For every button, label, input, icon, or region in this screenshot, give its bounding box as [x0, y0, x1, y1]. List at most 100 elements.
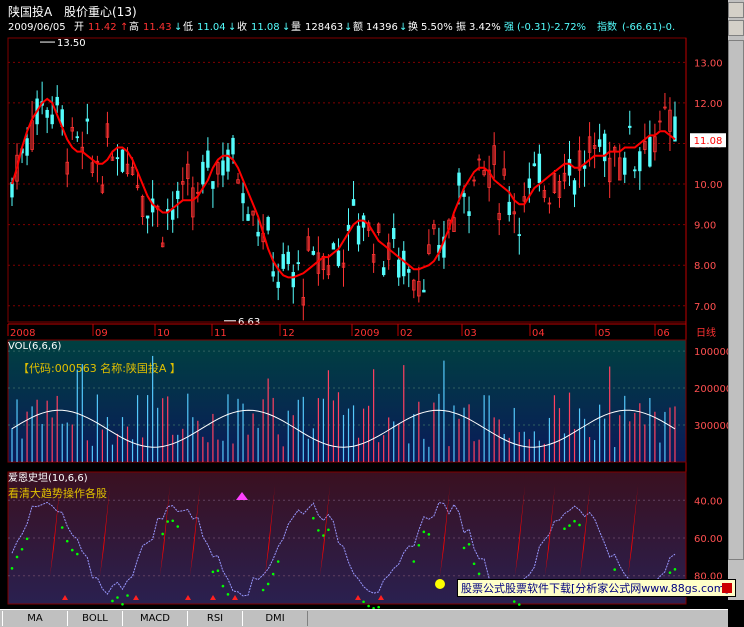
header-bar: 陕国投A 股价重心(13) 2009/06/05 开 11.42 ↑ 高 11.… — [0, 0, 744, 36]
price-tick-label: 12.00 — [694, 99, 723, 110]
candle-body — [266, 217, 270, 231]
candle-body — [648, 136, 652, 167]
time-axis-label: 2008 — [10, 328, 35, 339]
ad-banner[interactable]: 股票公式股票软件下载[分析家公式网www.88gs.com] — [457, 579, 736, 597]
indicator-dot — [422, 530, 426, 534]
candle-body — [507, 201, 511, 216]
candle-body — [336, 250, 341, 267]
amount-label: 额 — [353, 22, 363, 33]
indicator-dot — [427, 533, 431, 536]
low-value: 11.04 — [197, 22, 226, 33]
turnover-value: 5.50% — [421, 22, 453, 33]
indicator-dot — [176, 525, 180, 528]
indicator-dot — [362, 600, 365, 604]
indicator-dot — [266, 582, 270, 586]
candle-body — [582, 165, 587, 169]
low-label: 低 — [183, 22, 193, 33]
volume-tick-label: 200000 — [694, 384, 728, 395]
candle-body — [25, 138, 29, 156]
candle-body — [271, 271, 275, 277]
indicator-dot — [322, 534, 325, 537]
candle-body — [286, 251, 290, 265]
candle-body — [351, 199, 356, 206]
time-axis-label: 03 — [464, 328, 477, 339]
price-tick-label: 13.00 — [694, 58, 723, 69]
down-arrow-icon: ↓ — [282, 22, 291, 33]
side-scrollbar[interactable] — [728, 0, 744, 600]
indicator-dot — [121, 602, 124, 606]
indicator-tick-label: 40.00 — [694, 496, 723, 507]
indicator-dot — [126, 594, 129, 597]
indicator-dot — [578, 523, 581, 527]
candle-body — [623, 157, 627, 175]
indicator-tick-label: 60.00 — [694, 534, 723, 545]
index-label: 指数 — [597, 22, 617, 33]
indicator-dot — [512, 600, 516, 603]
amount-value: 14396 — [366, 22, 398, 33]
candle-body — [10, 182, 14, 198]
indicator-dot — [312, 516, 315, 520]
time-axis-label: 10 — [157, 328, 170, 339]
close-icon[interactable] — [722, 583, 732, 593]
price-tick-label: 10.00 — [694, 180, 723, 191]
candle-body — [241, 193, 245, 204]
high-label: 高 — [129, 22, 139, 33]
indicator-dot — [367, 604, 370, 608]
tab-boll[interactable]: BOLL — [67, 611, 123, 626]
tab-ma[interactable]: MA — [2, 611, 68, 626]
indicator-dot — [116, 596, 119, 599]
down-arrow-icon: ↓ — [399, 22, 408, 33]
last-price-tag: 11.08 — [694, 136, 723, 147]
candle-body — [457, 172, 461, 186]
indicator-subtitle: 看清大趋势操作各股 — [8, 486, 107, 500]
candle-body — [597, 139, 602, 147]
candle-body — [402, 250, 406, 277]
candle-body — [276, 281, 280, 288]
indicator-dot — [613, 568, 617, 571]
indicator-dot — [221, 584, 225, 588]
time-axis-label: 02 — [400, 328, 413, 339]
candle-body — [50, 114, 54, 125]
indicator-dot — [10, 567, 14, 570]
time-axis-label: 2009 — [354, 328, 379, 339]
indicator-dot — [75, 552, 79, 556]
time-axis-label: 12 — [282, 328, 295, 339]
indicator-dot — [668, 571, 672, 574]
indicator-dot — [15, 555, 19, 559]
candle-body — [171, 209, 175, 220]
down-arrow-icon: ↓ — [344, 22, 353, 33]
up-arrow-icon: ↑ — [120, 22, 129, 33]
candle-body — [45, 109, 49, 118]
high-annotation-label: 13.50 — [57, 38, 86, 49]
amplitude-value: 3.42% — [469, 22, 501, 33]
candle-body — [85, 118, 90, 122]
scroll-track[interactable] — [728, 40, 744, 560]
volume-info-text: 【代码:000563 名称:陕国投A 】 — [18, 361, 181, 375]
indicator-dot — [477, 572, 481, 576]
tab-macd[interactable]: MACD — [122, 611, 188, 626]
chart-canvas[interactable]: 7.008.009.0010.0011.0012.0013.0013.506.6… — [0, 0, 728, 609]
candle-body — [201, 161, 205, 185]
time-axis-label: 11 — [214, 328, 227, 339]
candle-body — [231, 137, 235, 155]
time-axis-label: 04 — [532, 328, 545, 339]
indicator-dot — [568, 524, 571, 527]
close-icon[interactable] — [728, 2, 744, 18]
candle-body — [633, 169, 637, 172]
candle-body — [55, 96, 59, 106]
time-axis-label: 09 — [95, 328, 108, 339]
candle-body — [296, 262, 300, 265]
candle-body — [638, 151, 642, 172]
tab-dmi[interactable]: DMI — [242, 611, 308, 626]
candle-body — [120, 149, 125, 172]
indicator-title: 爱恩史坦(10,6,6) — [8, 471, 88, 484]
amplitude-label: 振 — [456, 22, 466, 33]
candle-body — [602, 133, 607, 162]
price-tick-label: 8.00 — [694, 261, 716, 272]
indicator-dot — [65, 539, 69, 543]
volume-tick-label: 300000 — [694, 421, 728, 432]
indicator-dot — [161, 532, 164, 536]
tab-rsi[interactable]: RSI — [187, 611, 243, 626]
restore-icon[interactable] — [728, 20, 744, 36]
indicator-dot — [472, 562, 476, 566]
